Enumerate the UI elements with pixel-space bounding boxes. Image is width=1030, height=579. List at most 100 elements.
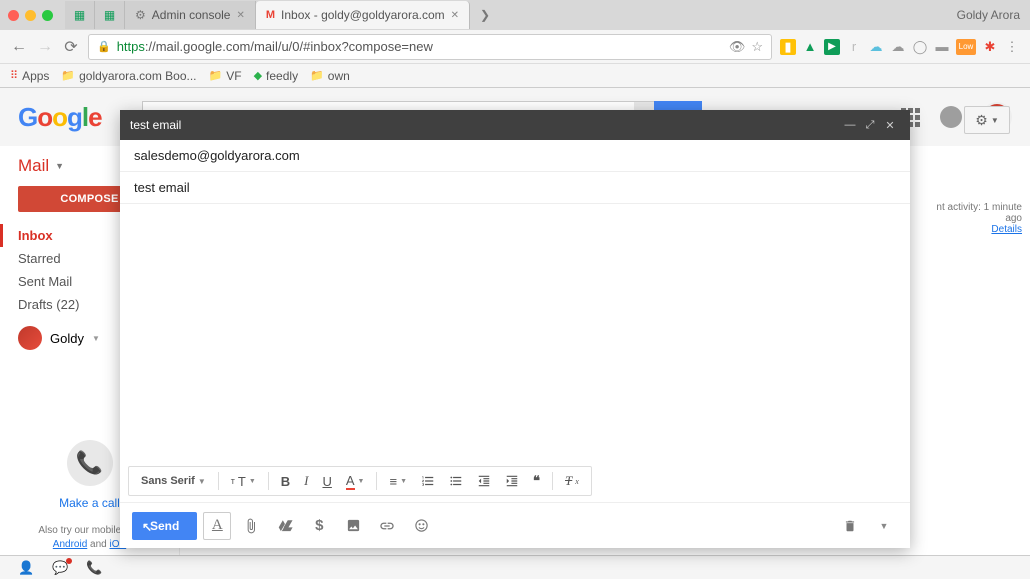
eye-icon[interactable]: 👁 — [729, 39, 746, 55]
send-button[interactable]: Send ↖ — [132, 512, 197, 540]
avatar — [18, 326, 42, 350]
drive-icon[interactable]: ▲ — [802, 39, 818, 55]
indent-less-button[interactable] — [471, 470, 497, 492]
sheets-icon: ▦ — [104, 8, 115, 22]
drive-icon — [278, 518, 293, 533]
contacts-icon[interactable]: 👤 — [18, 560, 34, 576]
money-button[interactable]: $ — [305, 512, 333, 540]
drive-button[interactable] — [271, 512, 299, 540]
image-icon — [346, 518, 361, 533]
phone-icon[interactable]: 📞 — [86, 560, 102, 576]
browser-tab-admin[interactable]: ⚙ Admin console ✕ — [125, 1, 256, 29]
bookmark-item[interactable]: ◆ feedly — [254, 69, 299, 83]
popout-button[interactable]: ⤢ — [860, 119, 880, 132]
settings-button[interactable]: ⚙ ▼ — [964, 106, 1010, 134]
underline-button[interactable]: U — [316, 470, 337, 492]
subject-field[interactable]: test email — [120, 172, 910, 204]
extension-icon[interactable]: r — [846, 39, 862, 55]
font-family-dropdown[interactable]: Sans Serif ▼ — [135, 470, 212, 492]
quote-button[interactable]: ❝ — [527, 470, 546, 492]
chevron-down-icon: ▼ — [92, 334, 100, 343]
window-close-button[interactable] — [8, 10, 19, 21]
indent-more-button[interactable] — [499, 470, 525, 492]
window-maximize-button[interactable] — [42, 10, 53, 21]
apps-button[interactable]: ⠿ Apps — [10, 69, 49, 83]
admin-icon: ⚙ — [135, 8, 146, 22]
extension-icon[interactable]: Low — [956, 39, 976, 55]
notifications-button[interactable] — [940, 106, 962, 128]
compose-header[interactable]: test email — ⤢ ✕ — [120, 110, 910, 140]
more-options-button[interactable]: ▼ — [870, 512, 898, 540]
window-minimize-button[interactable] — [25, 10, 36, 21]
android-link[interactable]: Android — [53, 539, 87, 550]
chrome-menu-button[interactable]: ⋮ — [1004, 39, 1020, 55]
url-path: /mail/u/0/#inbox?compose=new — [250, 39, 432, 54]
compose-actions: Send ↖ A $ ▼ — [120, 502, 910, 548]
bullet-list-button[interactable] — [443, 470, 469, 492]
emoji-button[interactable] — [407, 512, 435, 540]
forward-button[interactable]: → — [36, 38, 54, 56]
link-icon — [379, 518, 395, 534]
close-icon[interactable]: ✕ — [451, 10, 459, 21]
gmail-icon: M — [266, 9, 275, 21]
remove-formatting-button[interactable]: Tx — [559, 470, 585, 492]
back-button[interactable]: ← — [10, 38, 28, 56]
extension-icon[interactable]: ◯ — [912, 39, 928, 55]
browser-tab-pinned-2[interactable]: ▦ — [95, 1, 125, 29]
feedly-icon: ◆ — [254, 69, 262, 82]
new-tab-button[interactable]: ❯ — [470, 1, 500, 29]
photo-button[interactable] — [339, 512, 367, 540]
user-name: Goldy — [50, 331, 84, 346]
lock-icon: 🔒 — [97, 40, 111, 53]
browser-tab-pinned-1[interactable]: ▦ — [65, 1, 95, 29]
italic-button[interactable]: I — [298, 470, 314, 492]
address-row: ← → ⟳ 🔒 https://mail.google.com/mail/u/0… — [0, 30, 1030, 64]
bookmark-label: VF — [226, 69, 241, 83]
text-color-button[interactable]: A▼ — [340, 470, 371, 492]
cloud-icon[interactable]: ☁ — [890, 39, 906, 55]
bold-button[interactable]: B — [275, 470, 296, 492]
tab-label: Admin console — [152, 8, 231, 22]
browser-profile[interactable]: Goldy Arora — [957, 8, 1020, 22]
google-logo[interactable]: Google — [18, 102, 102, 133]
outdent-icon — [477, 474, 491, 488]
address-bar[interactable]: 🔒 https://mail.google.com/mail/u/0/#inbo… — [88, 34, 772, 60]
bookmarks-bar: ⠿ Apps 📁 goldyarora.com Boo... 📁 VF ◆ fe… — [0, 64, 1030, 88]
attach-button[interactable] — [237, 512, 265, 540]
extension-icon[interactable]: ▶ — [824, 39, 840, 55]
bookmark-item[interactable]: 📁 goldyarora.com Boo... — [61, 69, 196, 83]
window-controls — [8, 10, 53, 21]
browser-tab-gmail[interactable]: M Inbox - goldy@goldyarora.com ✕ — [256, 1, 470, 29]
compose-dialog: test email — ⤢ ✕ salesdemo@goldyarora.co… — [120, 110, 910, 548]
close-icon[interactable]: ✕ — [236, 10, 244, 21]
paperclip-icon — [243, 518, 259, 534]
numbered-list-button[interactable] — [415, 470, 441, 492]
hangouts-footer: 👤 💬 📞 — [0, 555, 1030, 579]
to-field[interactable]: salesdemo@goldyarora.com — [120, 140, 910, 172]
font-size-button[interactable]: тT▼ — [225, 470, 262, 492]
reload-button[interactable]: ⟳ — [62, 37, 80, 57]
emoji-icon — [414, 518, 429, 533]
hangouts-call-icon[interactable]: 📞 — [67, 440, 113, 486]
extension-icon[interactable]: ▬ — [934, 39, 950, 55]
details-link[interactable]: Details — [991, 224, 1022, 235]
discard-button[interactable] — [836, 512, 864, 540]
bookmark-item[interactable]: 📁 VF — [209, 69, 242, 83]
cloud-icon[interactable]: ☁ — [868, 39, 884, 55]
minimize-button[interactable]: — — [840, 119, 860, 131]
url-host: ://mail.google.com — [145, 39, 251, 54]
extension-icon[interactable]: ✱ — [982, 39, 998, 55]
extension-icon[interactable]: ▮ — [780, 39, 796, 55]
link-button[interactable] — [373, 512, 401, 540]
mail-label: Mail — [18, 156, 49, 176]
close-button[interactable]: ✕ — [880, 119, 900, 132]
bookmark-item[interactable]: 📁 own — [310, 69, 350, 83]
align-button[interactable]: ≡▼ — [383, 470, 413, 492]
compose-body[interactable] — [120, 204, 910, 466]
apps-label: Apps — [22, 69, 49, 83]
star-icon[interactable]: ☆ — [751, 39, 763, 55]
formatting-toolbar: Sans Serif ▼ тT▼ B I U A▼ ≡▼ ❝ Tx — [128, 466, 592, 496]
formatting-toggle-button[interactable]: A — [203, 512, 231, 540]
hangouts-icon[interactable]: 💬 — [52, 560, 68, 576]
cursor-icon: ↖ — [142, 520, 152, 534]
